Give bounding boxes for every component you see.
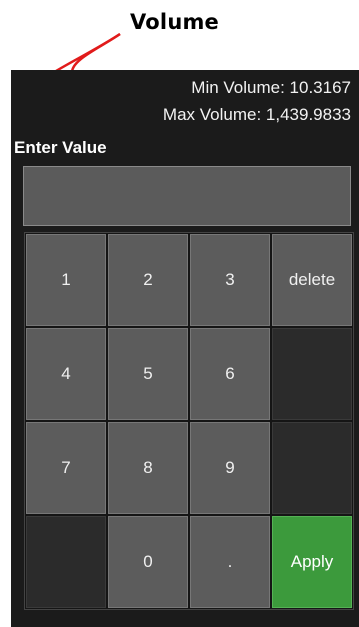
- key-5[interactable]: 5: [108, 328, 188, 420]
- delete-button[interactable]: delete: [272, 234, 352, 326]
- blank-key: [272, 328, 352, 420]
- annotation-title: Volume: [130, 10, 220, 34]
- key-1[interactable]: 1: [26, 234, 106, 326]
- screenshot-stage: Volume Min Volume: 10.3167 Max Volume: 1…: [0, 0, 359, 627]
- enter-value-label: Enter Value: [14, 138, 107, 157]
- key-2[interactable]: 2: [108, 234, 188, 326]
- key-0[interactable]: 0: [108, 516, 188, 608]
- key-7[interactable]: 7: [26, 422, 106, 514]
- numeric-keypad: 1 2 3 delete 4 5 6 7 8 9 0. Apply: [24, 232, 354, 610]
- blank-key: [26, 516, 106, 608]
- min-volume-text: Min Volume: 10.3167: [191, 78, 351, 97]
- key-8[interactable]: 8: [108, 422, 188, 514]
- max-volume-text: Max Volume: 1,439.9833: [162, 105, 351, 124]
- key-6[interactable]: 6: [190, 328, 270, 420]
- decimal-key[interactable]: .: [190, 516, 270, 608]
- apply-button[interactable]: Apply: [272, 516, 352, 608]
- value-input[interactable]: [23, 166, 351, 226]
- volume-entry-panel: Min Volume: 10.3167 Max Volume: 1,439.98…: [11, 70, 359, 627]
- key-4[interactable]: 4: [26, 328, 106, 420]
- key-3[interactable]: 3: [190, 234, 270, 326]
- key-9[interactable]: 9: [190, 422, 270, 514]
- blank-key: [272, 422, 352, 514]
